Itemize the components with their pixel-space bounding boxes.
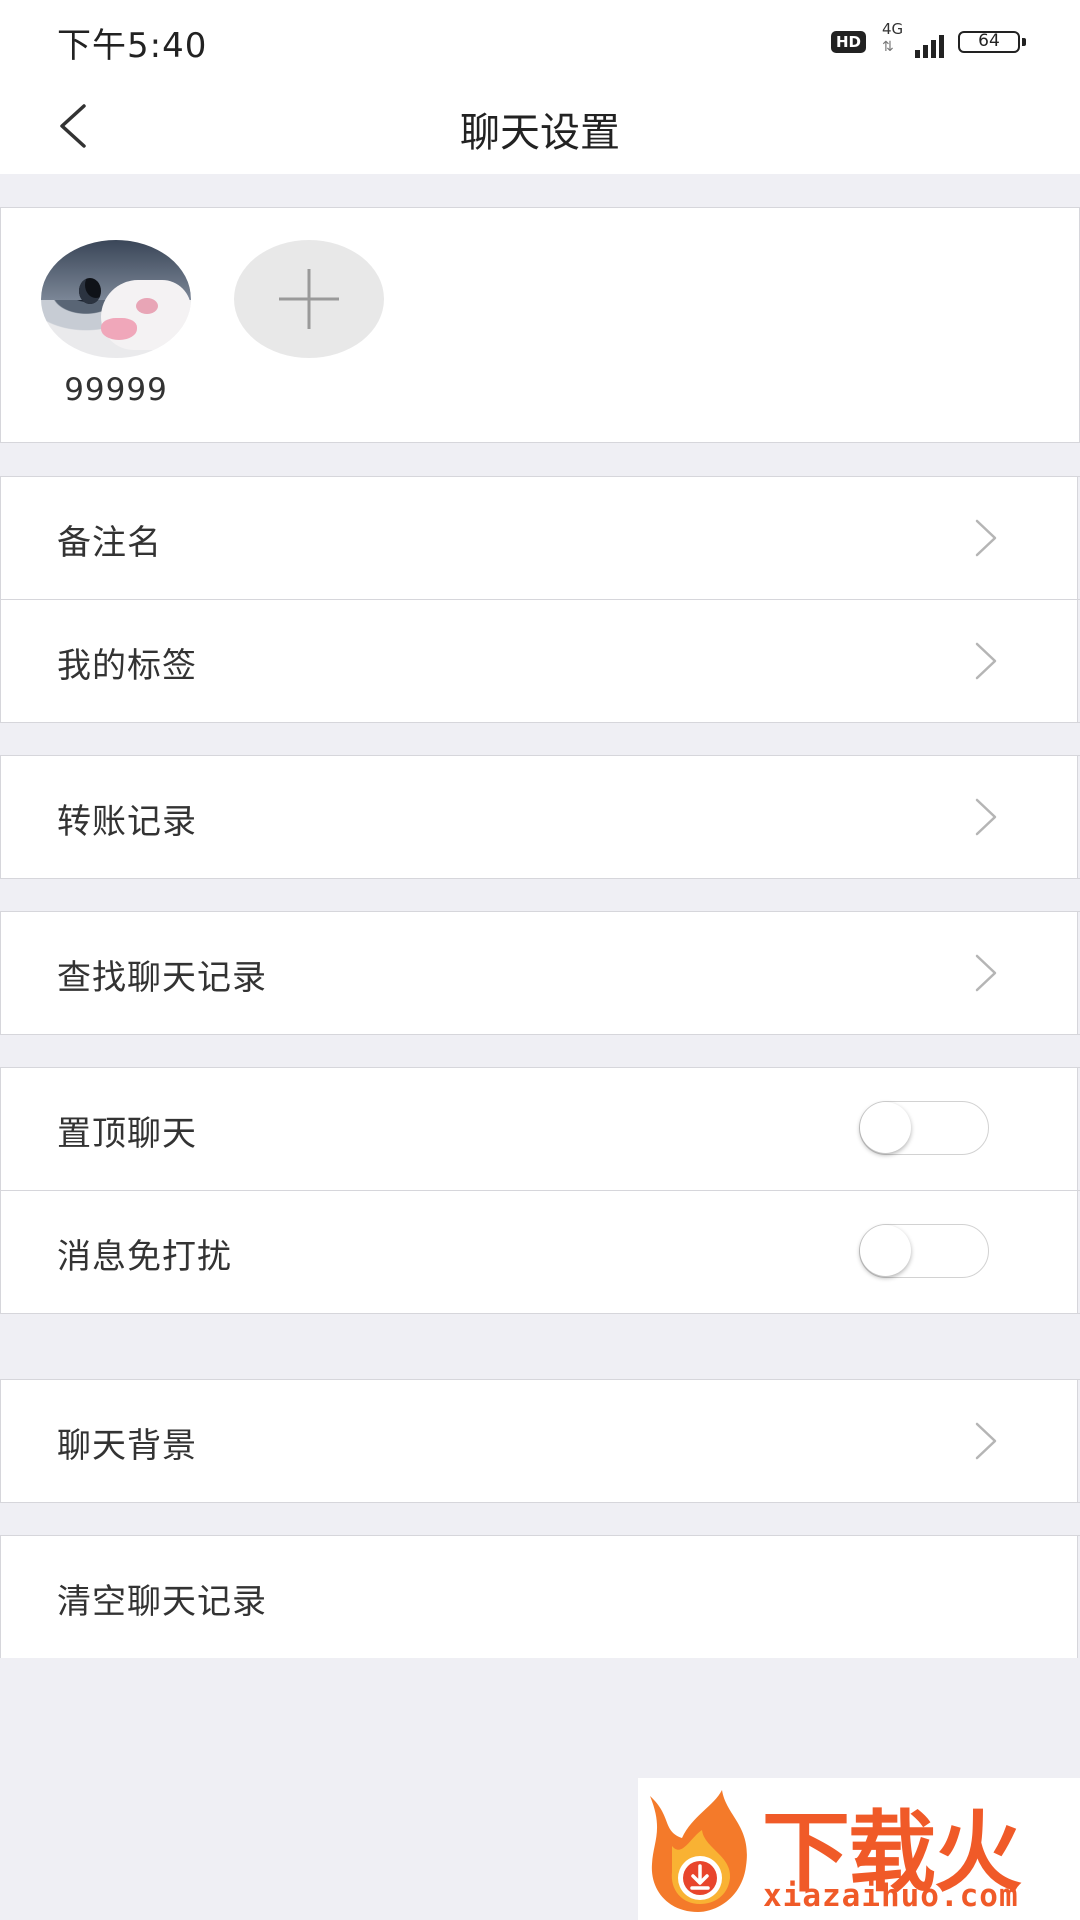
row-remark[interactable]: 备注名 (0, 477, 1078, 599)
add-member-button[interactable] (234, 240, 384, 358)
network-signal-icon: 4G ⇅ (880, 20, 944, 60)
divider (0, 1502, 1080, 1503)
status-icons: HD 4G ⇅ 64 (830, 20, 1026, 60)
network-type-label: 4G (882, 20, 904, 38)
row-clear-history[interactable]: 清空聊天记录 (0, 1536, 1078, 1658)
mute-toggle[interactable] (859, 1224, 989, 1278)
chevron-right-icon (975, 642, 997, 680)
data-arrows-icon: ⇅ (882, 39, 894, 55)
plus-icon (279, 269, 339, 329)
battery-icon: 64 (958, 31, 1026, 53)
row-label: 消息免打扰 (57, 1237, 232, 1277)
watermark: 下载火 xiazaihuo.com (638, 1778, 1080, 1920)
divider (0, 1313, 1080, 1314)
hd-icon: HD (830, 31, 866, 53)
flame-logo-icon (650, 1790, 747, 1912)
chevron-right-icon (975, 954, 997, 992)
signal-bars-icon (915, 35, 944, 58)
row-label: 置顶聊天 (57, 1114, 197, 1154)
row-label: 查找聊天记录 (57, 958, 267, 998)
page-title: 聊天设置 (460, 110, 620, 156)
row-search-history[interactable]: 查找聊天记录 (0, 912, 1078, 1034)
row-label: 聊天背景 (57, 1426, 197, 1466)
member-name: 99999 (64, 372, 168, 408)
status-time: 下午5:40 (57, 26, 208, 66)
divider (0, 722, 1080, 723)
member-item[interactable]: 99999 (41, 240, 191, 408)
row-label: 转账记录 (57, 802, 197, 842)
watermark-url: xiazaihuo.com (763, 1878, 1019, 1914)
row-transfer-records[interactable]: 转账记录 (0, 756, 1078, 878)
row-label: 我的标签 (57, 646, 197, 686)
members-section: 99999 (0, 207, 1080, 443)
row-pin-chat: 置顶聊天 (0, 1068, 1078, 1190)
status-bar: 下午5:40 HD 4G ⇅ 64 (0, 0, 1080, 82)
row-mute-notifications: 消息免打扰 (0, 1191, 1078, 1313)
row-label: 备注名 (57, 523, 162, 563)
nav-bar: 聊天设置 (0, 82, 1080, 174)
row-tags[interactable]: 我的标签 (0, 600, 1078, 722)
toggle-knob (860, 1102, 911, 1153)
divider (0, 1034, 1080, 1035)
pin-chat-toggle[interactable] (859, 1101, 989, 1155)
battery-level: 64 (978, 31, 1000, 51)
chevron-right-icon (975, 519, 997, 557)
toggle-knob (860, 1225, 911, 1276)
chevron-right-icon (975, 1422, 997, 1460)
avatar[interactable] (41, 240, 191, 358)
row-label: 清空聊天记录 (57, 1582, 267, 1622)
row-chat-background[interactable]: 聊天背景 (0, 1380, 1078, 1502)
divider (0, 878, 1080, 879)
chevron-right-icon (975, 798, 997, 836)
